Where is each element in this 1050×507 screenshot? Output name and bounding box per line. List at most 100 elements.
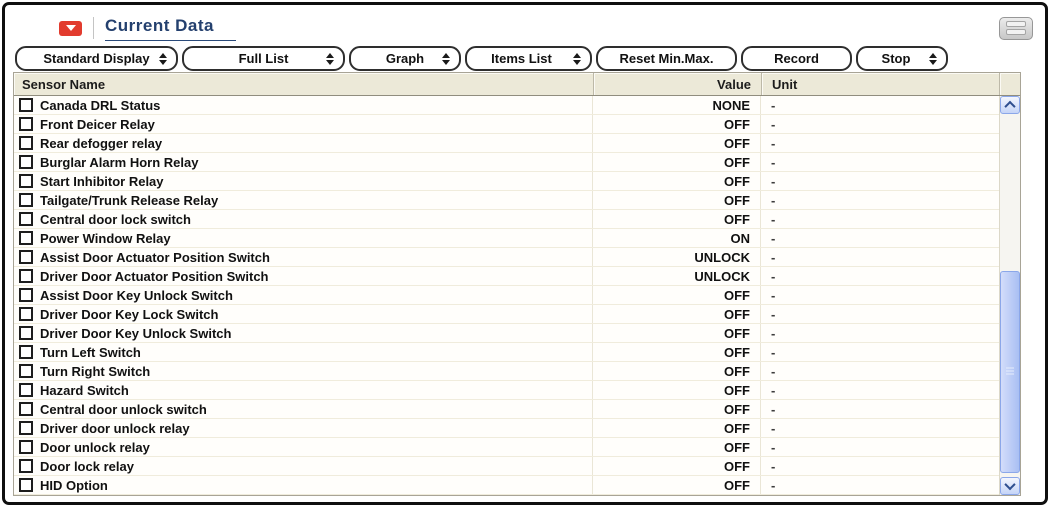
table-header: Sensor Name Value Unit [14,73,1020,96]
sensor-name: Burglar Alarm Horn Relay [40,155,198,170]
table-row[interactable]: Assist Door Actuator Position SwitchUNLO… [14,248,999,267]
sensor-checkbox[interactable] [19,155,33,169]
table-row[interactable]: Turn Left SwitchOFF- [14,343,999,362]
sensor-value: OFF [593,457,761,475]
sensor-checkbox[interactable] [19,364,33,378]
table-row[interactable]: Power Window RelayON- [14,229,999,248]
sensor-name: HID Option [40,478,108,493]
dropdown-label: Graph [386,51,424,66]
table-row[interactable]: Driver Door Key Unlock SwitchOFF- [14,324,999,343]
sensor-checkbox[interactable] [19,212,33,226]
sensor-unit: - [761,457,999,475]
sensor-value: OFF [593,115,761,133]
sensor-checkbox[interactable] [19,117,33,131]
sensor-value: OFF [593,438,761,456]
sensor-name: Central door lock switch [40,212,191,227]
table-row[interactable]: Central door unlock switchOFF- [14,400,999,419]
scrollbar-thumb[interactable] [1000,271,1020,473]
sensor-checkbox[interactable] [19,193,33,207]
table-row[interactable]: Assist Door Key Unlock SwitchOFF- [14,286,999,305]
table-row[interactable]: Front Deicer RelayOFF- [14,115,999,134]
table-row[interactable]: Burglar Alarm Horn RelayOFF- [14,153,999,172]
sensor-unit: - [761,210,999,228]
sensor-checkbox[interactable] [19,98,33,112]
sensor-checkbox[interactable] [19,269,33,283]
sensor-name: Turn Left Switch [40,345,141,360]
printer-icon [1006,21,1026,27]
up-down-arrows-icon [573,53,581,65]
app-badge-chevron-down-icon[interactable] [59,21,82,36]
sensor-name: Assist Door Key Unlock Switch [40,288,233,303]
table-row[interactable]: Start Inhibitor RelayOFF- [14,172,999,191]
reset-min-max-button[interactable]: Reset Min.Max. [596,46,737,71]
sensor-unit: - [761,438,999,456]
sensor-name-cell: Power Window Relay [14,229,593,247]
table-row[interactable]: Driver Door Key Lock SwitchOFF- [14,305,999,324]
sensor-name: Central door unlock switch [40,402,207,417]
sensor-unit: - [761,172,999,190]
sensor-unit: - [761,362,999,380]
sensor-checkbox[interactable] [19,421,33,435]
table-row[interactable]: Central door lock switch OFF- [14,210,999,229]
sensor-value: OFF [593,381,761,399]
sensor-unit: - [761,153,999,171]
sensor-checkbox[interactable] [19,345,33,359]
table-row[interactable]: Driver door unlock relayOFF- [14,419,999,438]
sensor-unit: - [761,191,999,209]
sensor-checkbox[interactable] [19,478,33,492]
sensor-checkbox[interactable] [19,231,33,245]
scroll-up-button[interactable] [1000,96,1020,114]
print-button[interactable] [999,17,1033,40]
sensor-checkbox[interactable] [19,326,33,340]
sensor-value: OFF [593,476,761,494]
vertical-scrollbar[interactable] [999,96,1020,495]
table-row[interactable]: Canada DRL StatusNONE- [14,96,999,115]
sensor-checkbox[interactable] [19,307,33,321]
record-button[interactable]: Record [741,46,852,71]
sensor-checkbox[interactable] [19,459,33,473]
sensor-name-cell: Canada DRL Status [14,96,593,114]
sensor-value: ON [593,229,761,247]
table-row[interactable]: Door unlock relay OFF- [14,438,999,457]
sensor-checkbox[interactable] [19,136,33,150]
sensor-checkbox[interactable] [19,174,33,188]
sensor-name-cell: Hazard Switch [14,381,593,399]
graph-dropdown[interactable]: Graph [349,46,461,71]
chevron-up-icon [1004,101,1015,112]
chevron-down-icon [1004,479,1015,490]
button-label: Record [774,51,819,66]
scroll-down-button[interactable] [1000,477,1020,495]
sensor-name-cell: Driver Door Key Unlock Switch [14,324,593,342]
items-list-dropdown[interactable]: Items List [465,46,592,71]
sensor-name-cell: Driver Door Key Lock Switch [14,305,593,323]
table-row[interactable]: Tailgate/Trunk Release RelayOFF- [14,191,999,210]
sensor-unit: - [761,419,999,437]
sensor-name: Assist Door Actuator Position Switch [40,250,270,265]
sensor-value: OFF [593,210,761,228]
dropdown-label: Stop [882,51,911,66]
sensor-name: Driver door unlock relay [40,421,190,436]
sensor-checkbox[interactable] [19,383,33,397]
sensor-checkbox[interactable] [19,402,33,416]
table-row[interactable]: Hazard SwitchOFF- [14,381,999,400]
sensor-unit: - [761,96,999,114]
sensor-name-cell: Central door unlock switch [14,400,593,418]
full-list-dropdown[interactable]: Full List [182,46,345,71]
table-row[interactable]: Rear defogger relayOFF- [14,134,999,153]
sensor-value: OFF [593,324,761,342]
sensor-name: Hazard Switch [40,383,129,398]
scrollbar-track[interactable] [1000,114,1020,477]
sensor-name: Door unlock relay [40,440,150,455]
scrollbar-grip-icon [1006,368,1014,377]
sensor-checkbox[interactable] [19,250,33,264]
sensor-checkbox[interactable] [19,288,33,302]
sensor-checkbox[interactable] [19,440,33,454]
table-row[interactable]: Turn Right SwitchOFF- [14,362,999,381]
table-row[interactable]: Driver Door Actuator Position SwitchUNLO… [14,267,999,286]
sensor-value: OFF [593,172,761,190]
chevron-down-icon [66,25,76,31]
table-row[interactable]: HID OptionOFF- [14,476,999,495]
stop-dropdown[interactable]: Stop [856,46,948,71]
standard-display-dropdown[interactable]: Standard Display [15,46,178,71]
table-row[interactable]: Door lock relayOFF- [14,457,999,476]
